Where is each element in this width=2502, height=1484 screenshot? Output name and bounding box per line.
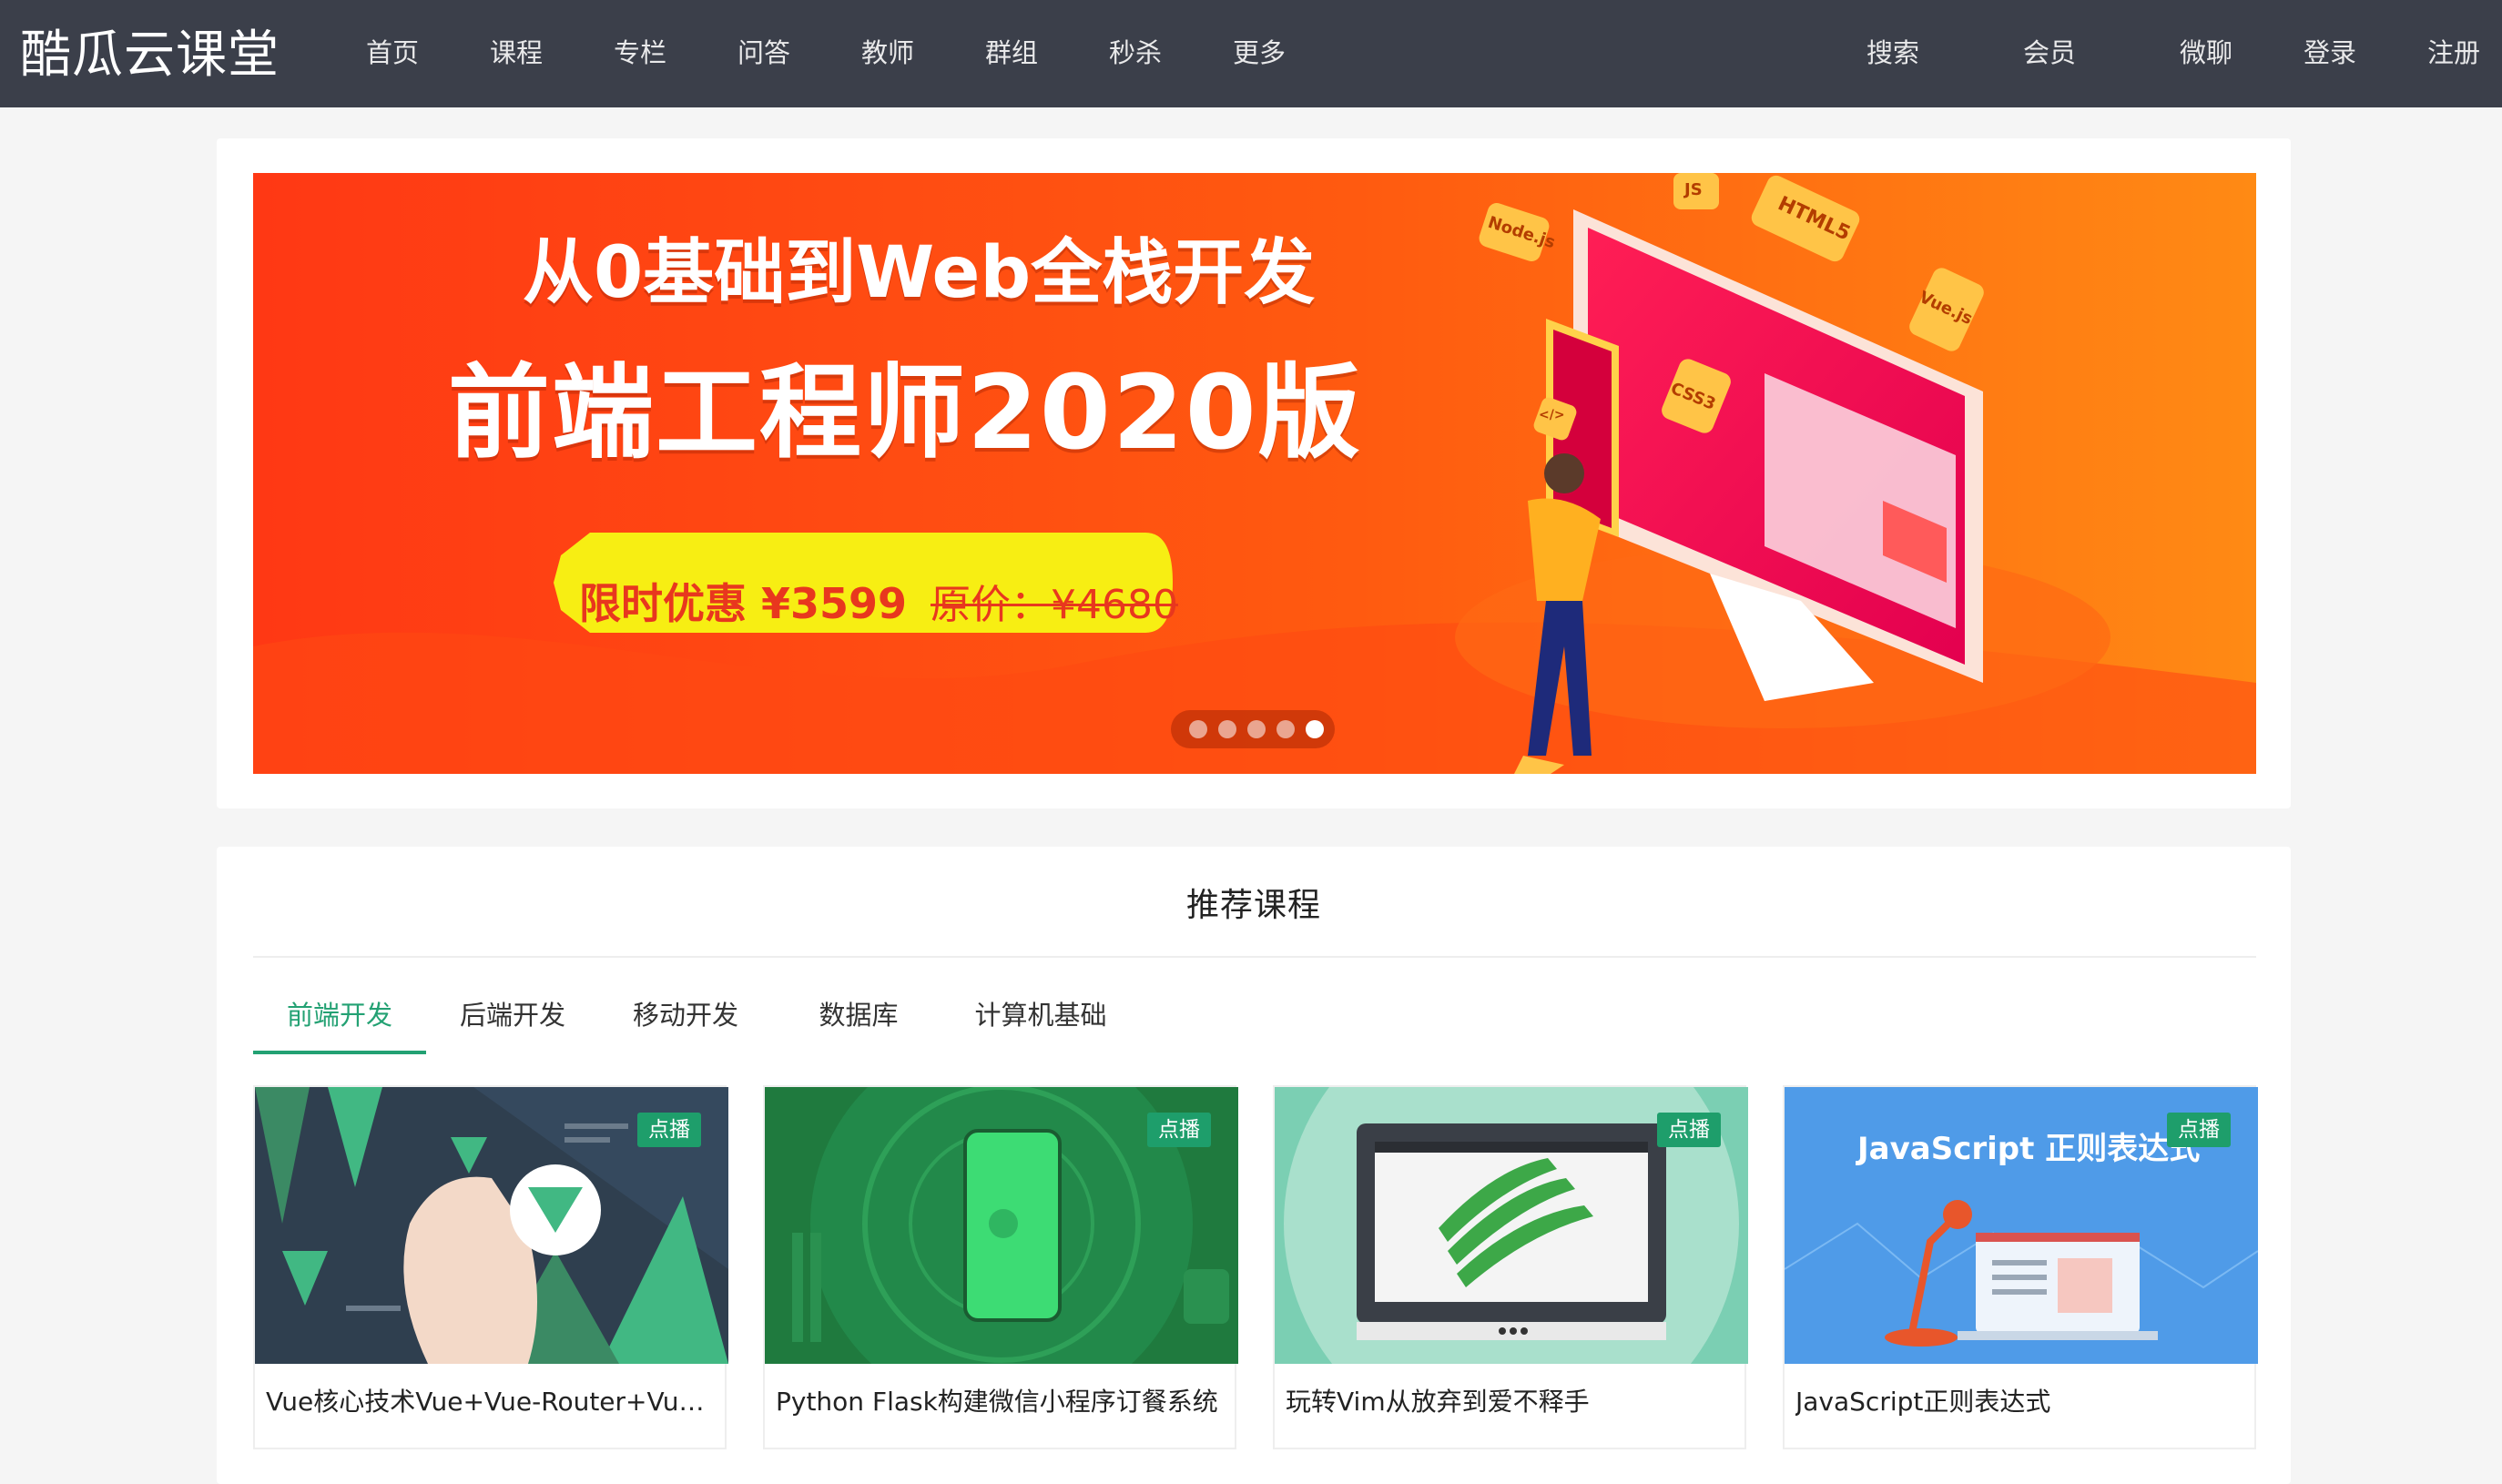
badge-vod: 点播 [637,1113,701,1147]
nav-vip[interactable]: 会员 [2023,35,2076,71]
nav-login[interactable]: 登录 [2304,35,2356,71]
course-card[interactable]: JavaScript 正则表达式 点播 JavaScript正则表达式 [1783,1085,2258,1449]
course-cover-regex[interactable]: JavaScript 正则表达式 点播 [1785,1087,2258,1364]
nav-columns[interactable]: 专栏 [614,35,666,71]
promo-price: 限时优惠 ¥3599 [579,579,908,628]
js-tag: JS [1684,180,1703,199]
tab-backend[interactable]: 后端开发 [426,983,599,1051]
carousel-indicators [1171,710,1335,748]
course-title[interactable]: 玩转Vim从放弃到爱不释手 [1286,1384,1737,1420]
nav-search[interactable]: 搜索 [1866,35,1919,71]
nav-courses[interactable]: 课程 [490,35,543,71]
course-title[interactable]: JavaScript正则表达式 [1795,1384,2247,1420]
course-cover-vim[interactable]: 点播 [1275,1087,1748,1364]
nav-home[interactable]: 首页 [366,35,419,71]
top-navbar: 酷瓜云课堂 首页 课程 专栏 问答 教师 群组 秒杀 更多 搜索 会员 微聊 登… [0,0,2502,107]
badge-vod: 点播 [1147,1113,1211,1147]
banner-carousel[interactable]: Node.js HTML5 Vue.js CSS3 </> JS 从0基础到We… [253,173,2256,774]
nav-register[interactable]: 注册 [2427,35,2480,71]
course-card[interactable]: 点播 Vue核心技术Vue+Vue-Router+Vuex+... [253,1085,728,1449]
nav-groups[interactable]: 群组 [985,35,1038,71]
course-card[interactable]: 点播 Python Flask构建微信小程序订餐系统 [763,1085,1238,1449]
carousel-dot-2[interactable] [1218,720,1236,738]
carousel-dot-4[interactable] [1276,720,1295,738]
banner-card: Node.js HTML5 Vue.js CSS3 </> JS 从0基础到We… [217,138,2291,808]
carousel-dot-3[interactable] [1247,720,1266,738]
nav-flash-sale[interactable]: 秒杀 [1109,35,1162,71]
section-divider [253,956,2256,958]
course-cover-vue[interactable]: 点播 [255,1087,728,1364]
category-tabs: 前端开发 后端开发 移动开发 数据库 计算机基础 [253,983,2256,1054]
nav-more[interactable]: 更多 [1233,35,1286,71]
badge-vod: 点播 [2167,1113,2231,1147]
nav-chat[interactable]: 微聊 [2180,35,2232,71]
course-title[interactable]: Python Flask构建微信小程序订餐系统 [776,1384,1227,1420]
tab-frontend[interactable]: 前端开发 [253,983,426,1054]
original-price: 原价：¥4680 [931,572,1178,630]
nav-qa[interactable]: 问答 [737,35,790,71]
badge-vod: 点播 [1657,1113,1721,1147]
tab-cs-basics[interactable]: 计算机基础 [945,983,1136,1051]
course-card[interactable]: 点播 玩转Vim从放弃到爱不释手 [1273,1085,1748,1449]
carousel-dot-5[interactable] [1306,720,1324,738]
promo-pill: 限时优惠 ¥3599 原价：¥4680 [579,552,1216,650]
code-tag: </> [1539,408,1565,422]
section-title: 推荐课程 [1185,887,1321,924]
nav-teachers[interactable]: 教师 [861,35,914,71]
tab-mobile[interactable]: 移动开发 [599,983,772,1051]
banner-headline: 从0基础到Web全栈开发 [523,232,1316,314]
carousel-dot-1[interactable] [1189,720,1207,738]
course-cover-flask[interactable]: 点播 [765,1087,1238,1364]
course-title[interactable]: Vue核心技术Vue+Vue-Router+Vuex+... [266,1384,717,1420]
site-logo[interactable]: 酷瓜云课堂 [20,25,280,86]
tab-database[interactable]: 数据库 [772,983,945,1051]
banner-title: 前端工程师2020版 [448,354,1362,473]
recommended-courses-section: 推荐课程 前端开发 后端开发 移动开发 数据库 计算机基础 点播 Vue核心技术… [217,847,2291,1484]
